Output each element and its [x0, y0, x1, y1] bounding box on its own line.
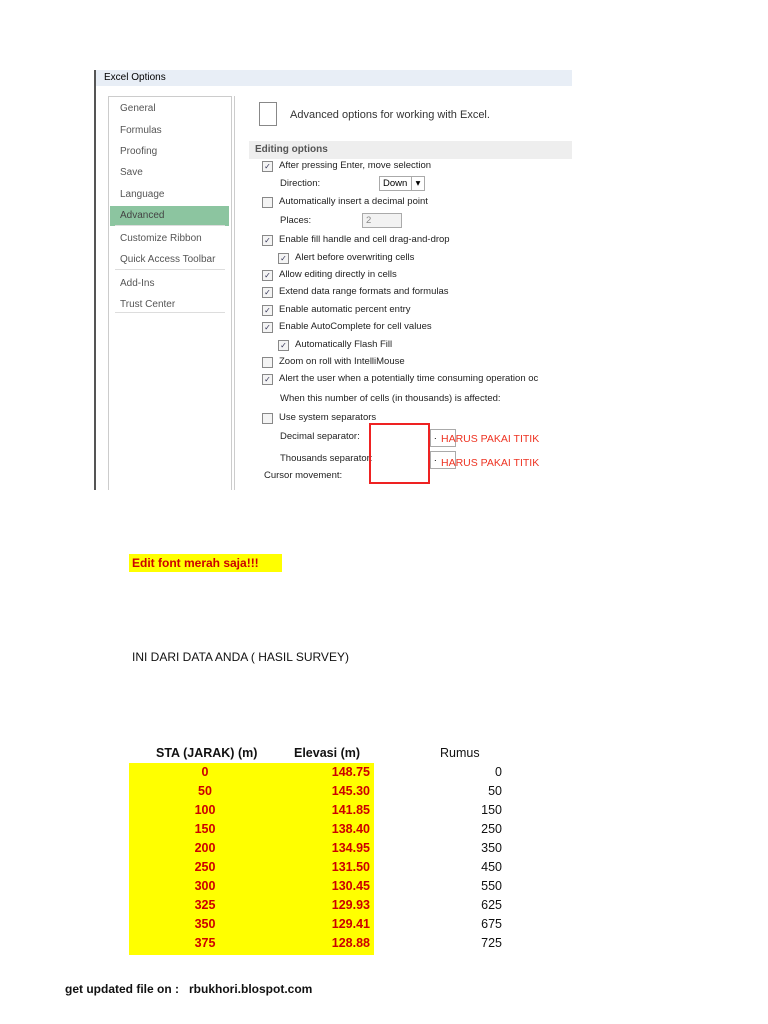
elevasi-cell: 148.75: [331, 765, 370, 779]
option-label: Enable AutoComplete for cell values: [279, 321, 432, 332]
sta-cell: 250: [194, 860, 216, 874]
divider: [115, 225, 225, 226]
elevasi-cell: 130.45: [331, 879, 370, 893]
option-label: Automatically Flash Fill: [295, 339, 393, 350]
elevasi-cell: 134.95: [331, 841, 370, 855]
sta-cell: 300: [194, 879, 216, 893]
rumus-cell: 50: [488, 784, 502, 798]
dialog-title: Excel Options: [96, 70, 572, 86]
divider: [115, 312, 225, 313]
option-label: Extend data range formats and formulas: [279, 286, 449, 297]
option-label: Direction:: [280, 178, 321, 189]
option-label: Decimal separator:: [280, 431, 360, 442]
checkbox[interactable]: ✓: [262, 322, 273, 333]
direction-dropdown[interactable]: Down ▾: [379, 176, 425, 191]
sidebar-item[interactable]: Add-Ins: [110, 274, 229, 294]
footer-link[interactable]: rbukhori.blospot.com: [189, 982, 312, 996]
edit-note: Edit font merah saja!!!: [129, 554, 282, 572]
sidebar-item[interactable]: Advanced: [110, 206, 229, 226]
sta-cell: 200: [194, 841, 216, 855]
sta-cell: 150: [194, 822, 216, 836]
checkbox[interactable]: [262, 197, 273, 208]
option-value: .: [434, 453, 437, 464]
option-value: Down: [383, 178, 408, 189]
rumus-cell: 150: [481, 803, 502, 817]
option-label: Use system separators: [279, 412, 377, 423]
rumus-cell: 450: [481, 860, 502, 874]
sta-cell: 50: [198, 784, 212, 798]
options-sidebar: General Formulas Proofing Save Language Advan…: [108, 96, 232, 490]
sidebar-item[interactable]: Proofing: [110, 142, 229, 162]
footer: get updated file on : rbukhori.blospot.c…: [65, 982, 312, 996]
option-label: Cursor movement:: [264, 470, 343, 481]
divider: [115, 269, 225, 270]
elevasi-cell: 141.85: [331, 803, 370, 817]
rumus-cell: 0: [495, 765, 502, 779]
option-label: After pressing Enter, move selection: [279, 160, 432, 171]
elevasi-cell: 129.41: [331, 917, 370, 931]
excel-options-dialog: Excel Options General Formulas Proofing Sav…: [94, 70, 572, 490]
option-label: When this number of cells (in thousands)…: [280, 393, 501, 404]
option-value: .: [434, 431, 437, 442]
checkbox[interactable]: ✓: [262, 235, 273, 246]
section-heading: Editing options: [249, 141, 572, 159]
checkbox[interactable]: ✓: [262, 374, 273, 385]
sidebar-item[interactable]: Language: [110, 185, 229, 205]
option-label: Thousands separator:: [280, 453, 373, 464]
rumus-cell: 250: [481, 822, 502, 836]
rumus-cell: 550: [481, 879, 502, 893]
sta-cell: 375: [194, 936, 216, 950]
sta-cell: 0: [201, 765, 209, 779]
note-thousands: HARUS PAKAI TITIK: [441, 457, 540, 469]
sta-cell: 350: [194, 917, 216, 931]
checkbox[interactable]: ✓: [262, 270, 273, 281]
elevasi-cell: 138.40: [331, 822, 370, 836]
header-sta: STA (JARAK) (m): [156, 746, 258, 760]
checkbox[interactable]: [262, 357, 273, 368]
header-elevasi: Elevasi (m): [294, 746, 361, 760]
header-rumus: Rumus: [440, 746, 480, 760]
checkbox[interactable]: ✓: [278, 253, 289, 264]
option-label: Alert the user when a potentially time c…: [279, 373, 539, 384]
footer-label: get updated file on :: [65, 982, 179, 996]
elevasi-cell: 131.50: [331, 860, 370, 874]
chevron-down-icon[interactable]: ▾: [411, 177, 424, 191]
option-label: Places:: [280, 215, 312, 226]
elevasi-cell: 145.30: [331, 784, 370, 798]
sta-cell: 325: [194, 898, 216, 912]
document-icon: [259, 102, 277, 126]
elevasi-cell: 128.88: [331, 936, 370, 950]
elevasi-cell: 129.93: [331, 898, 370, 912]
option-label: Automatically insert a decimal point: [279, 196, 428, 207]
subtitle: INI DARI DATA ANDA ( HASIL SURVEY): [132, 650, 349, 664]
sta-cell: 100: [194, 803, 216, 817]
option-input[interactable]: 2: [362, 213, 402, 228]
checkbox[interactable]: [262, 413, 273, 424]
option-label: Allow editing directly in cells: [279, 269, 397, 280]
option-label: Alert before overwriting cells: [295, 252, 415, 263]
checkbox[interactable]: ✓: [262, 305, 273, 316]
sidebar-item[interactable]: Save: [110, 163, 229, 183]
option-label: Enable automatic percent entry: [279, 304, 411, 315]
sidebar-item[interactable]: General: [110, 99, 229, 119]
rumus-cell: 675: [481, 917, 502, 931]
option-value: 2: [366, 215, 372, 226]
sidebar-item[interactable]: Customize Ribbon: [110, 229, 229, 249]
sidebar-item[interactable]: Quick Access Toolbar: [110, 250, 229, 270]
sidebar-item[interactable]: Formulas: [110, 121, 229, 141]
rumus-cell: 350: [481, 841, 502, 855]
option-label: Zoom on roll with IntelliMouse: [279, 356, 405, 367]
checkbox[interactable]: ✓: [262, 287, 273, 298]
option-label: Enable fill handle and cell drag-and-dro…: [279, 234, 450, 245]
checkbox[interactable]: ✓: [262, 161, 273, 172]
highlight-box: [369, 423, 430, 484]
rumus-cell: 625: [481, 898, 502, 912]
rumus-cell: 725: [481, 936, 502, 950]
main-header: Advanced options for working with Excel.: [290, 109, 490, 121]
note-decimal: HARUS PAKAI TITIK: [441, 433, 540, 445]
checkbox[interactable]: ✓: [278, 340, 289, 351]
